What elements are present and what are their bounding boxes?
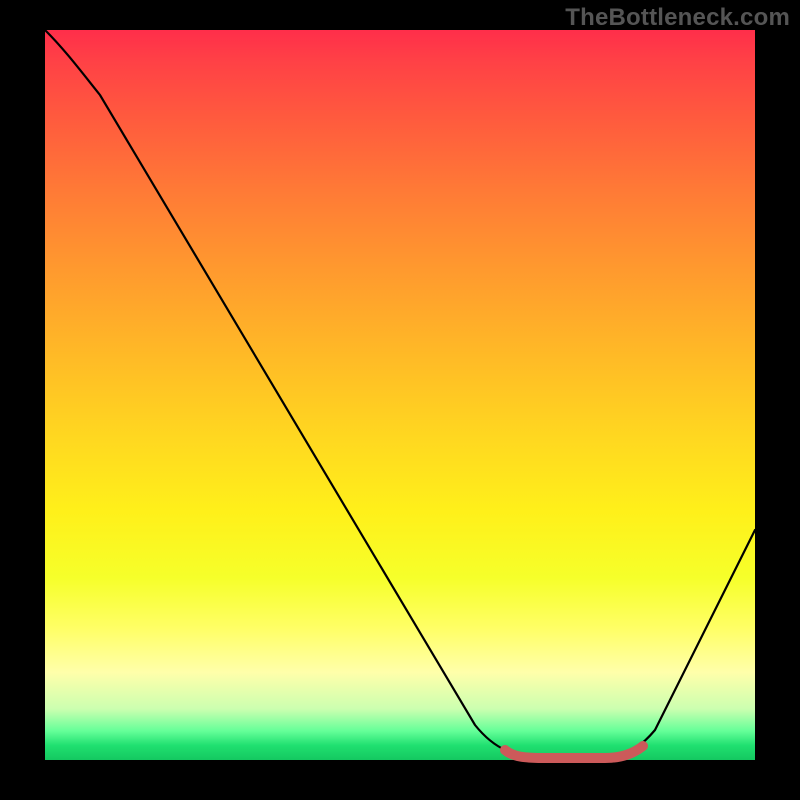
plot-gradient-area <box>45 30 755 760</box>
optimal-zone-highlight <box>505 746 643 758</box>
curve-svg <box>45 30 755 760</box>
chart-container: TheBottleneck.com <box>0 0 800 800</box>
bottleneck-curve-path <box>45 30 755 758</box>
watermark-label: TheBottleneck.com <box>565 4 790 32</box>
